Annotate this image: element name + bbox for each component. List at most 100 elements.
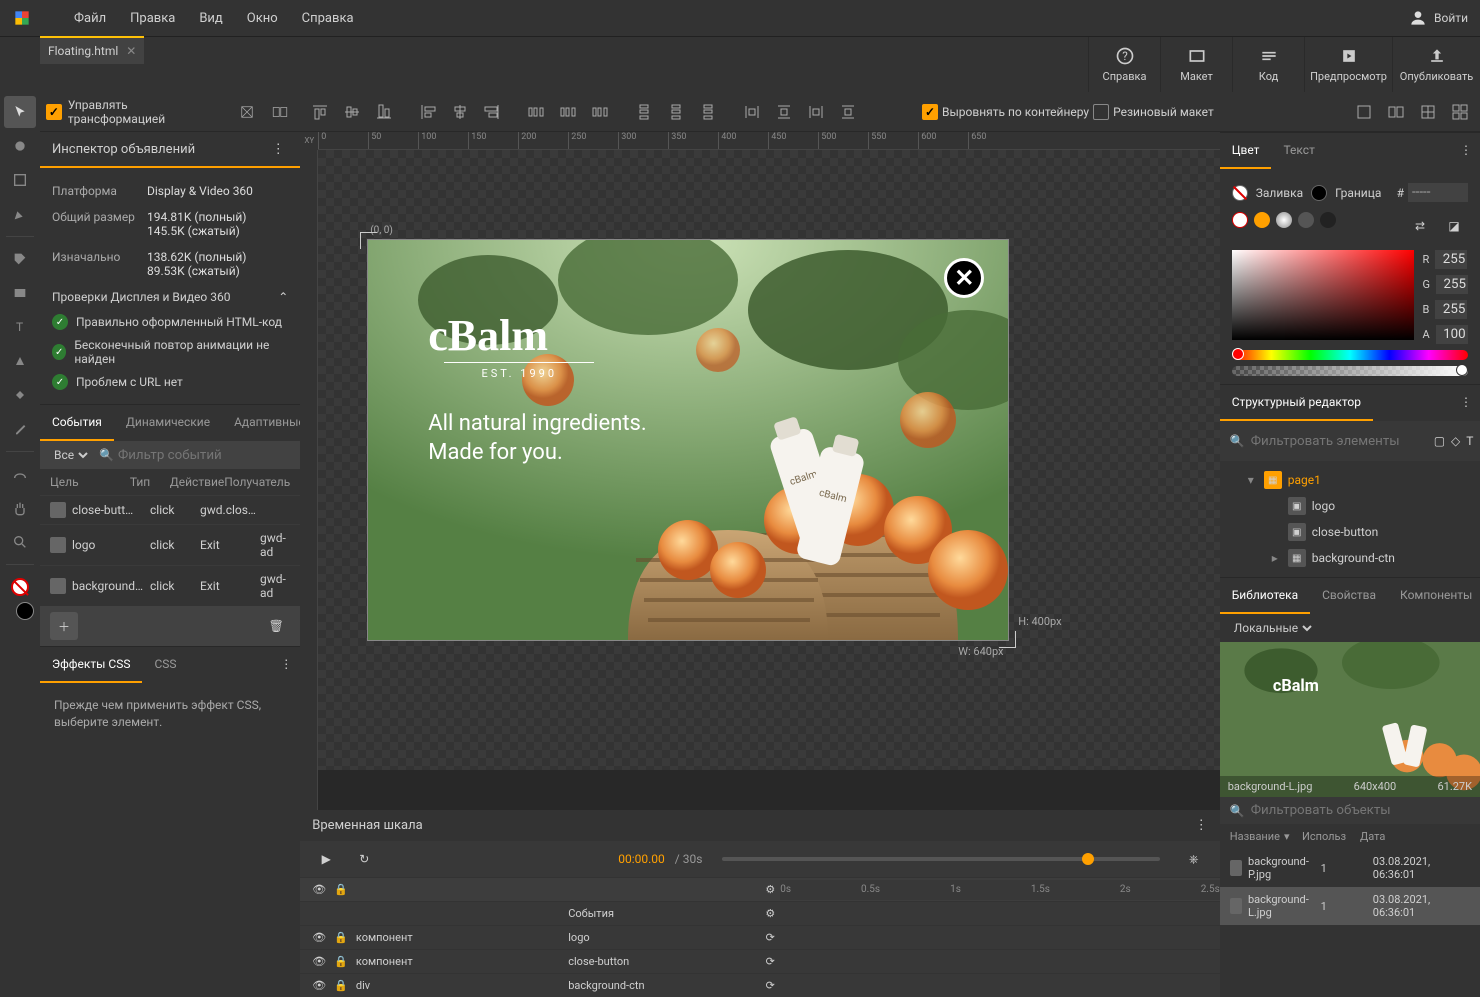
- lock-icon[interactable]: 🔒: [334, 883, 348, 896]
- align-bottom[interactable]: [370, 98, 398, 126]
- css-menu-icon[interactable]: ⋮: [272, 647, 300, 683]
- outliner-filter[interactable]: [1251, 434, 1428, 449]
- r-input[interactable]: [1435, 250, 1467, 269]
- align-vcenter[interactable]: [338, 98, 366, 126]
- container-icon-3[interactable]: [1414, 98, 1442, 126]
- g-input[interactable]: [1436, 275, 1468, 294]
- dist-v1[interactable]: [630, 98, 658, 126]
- tree-item[interactable]: ▸▦background-ctn: [1220, 545, 1480, 571]
- tree-item[interactable]: ▣logo: [1220, 493, 1480, 519]
- outliner-menu-icon[interactable]: ⋮: [1452, 385, 1480, 421]
- checkbox-manage-transform[interactable]: ✓: [46, 104, 62, 120]
- library-thumbnail[interactable]: cBalm background-L.jpg 640x400 61.27K: [1220, 642, 1480, 797]
- tool-3d-rotate[interactable]: [4, 130, 36, 162]
- dist-h3[interactable]: [586, 98, 614, 126]
- tree-page[interactable]: ▾▦page1: [1220, 467, 1480, 493]
- tab-responsive[interactable]: Адаптивные: [222, 405, 300, 441]
- swatch[interactable]: [1298, 212, 1314, 228]
- checkbox-fluid[interactable]: [1093, 104, 1109, 120]
- alpha-slider[interactable]: [1232, 366, 1468, 376]
- container-icon-2[interactable]: [1382, 98, 1410, 126]
- events-filter-select[interactable]: Все: [50, 447, 91, 463]
- play-button[interactable]: ▶: [312, 845, 340, 873]
- spacing-4[interactable]: [834, 98, 862, 126]
- ruler-vertical[interactable]: [300, 150, 318, 810]
- menu-window[interactable]: Окно: [237, 5, 288, 32]
- add-event-button[interactable]: ＋: [50, 612, 78, 640]
- tab-css[interactable]: CSS: [142, 647, 188, 683]
- eye-icon[interactable]: 👁: [312, 883, 326, 896]
- tab-properties[interactable]: Свойства: [1310, 578, 1388, 614]
- add-swatch-icon[interactable]: ◪: [1440, 212, 1468, 240]
- align-icon-1[interactable]: [233, 98, 261, 126]
- tool-hand[interactable]: [4, 492, 36, 524]
- container-icon-4[interactable]: [1446, 98, 1474, 126]
- timeline-settings-icon[interactable]: ⎈: [1180, 845, 1208, 873]
- stage-canvas[interactable]: (0, 0): [318, 150, 1219, 770]
- dist-h2[interactable]: [554, 98, 582, 126]
- library-row[interactable]: background-L.jpg 1 03.08.2021, 06:36:01: [1220, 887, 1480, 925]
- toolbar-help[interactable]: ? Справка: [1088, 37, 1160, 92]
- dist-h1[interactable]: [522, 98, 550, 126]
- checkbox-align-container[interactable]: ✓: [922, 104, 938, 120]
- ad-close-button[interactable]: ✕: [944, 258, 984, 298]
- swatch[interactable]: [1276, 212, 1292, 228]
- toolbar-layout[interactable]: Макет: [1160, 37, 1232, 92]
- tool-rect[interactable]: [4, 277, 36, 309]
- timeline-row[interactable]: 👁🔒divbackground-ctn⟳: [300, 973, 1219, 997]
- gear-icon[interactable]: ⚙: [765, 883, 775, 896]
- swatch[interactable]: [1320, 212, 1336, 228]
- loop-button[interactable]: ↻: [350, 845, 378, 873]
- sort-icon[interactable]: ▾: [1284, 830, 1290, 843]
- menu-help[interactable]: Справка: [292, 5, 364, 32]
- lock-icon[interactable]: 🔒: [334, 979, 348, 992]
- toolbar-code[interactable]: Код: [1232, 37, 1304, 92]
- b-input[interactable]: [1435, 300, 1467, 319]
- library-row[interactable]: background-P.jpg 1 03.08.2021, 06:36:01: [1220, 849, 1480, 887]
- menu-file[interactable]: Файл: [64, 5, 116, 32]
- tab-library[interactable]: Библиотека: [1220, 578, 1310, 614]
- timeline-menu-icon[interactable]: ⋮: [1195, 818, 1208, 833]
- tree-item[interactable]: ▣close-button: [1220, 519, 1480, 545]
- menu-edit[interactable]: Правка: [120, 5, 185, 32]
- chevron-up-icon[interactable]: ⌃: [278, 290, 288, 304]
- toolbar-preview[interactable]: Предпросмотр: [1304, 37, 1392, 92]
- lock-icon[interactable]: 🔒: [334, 955, 348, 968]
- tool-fill[interactable]: [4, 379, 36, 411]
- eye-icon[interactable]: 👁: [312, 955, 326, 968]
- tool-text[interactable]: T: [4, 311, 36, 343]
- close-tab-icon[interactable]: ✕: [126, 44, 136, 58]
- hue-slider[interactable]: [1232, 350, 1468, 360]
- tab-components[interactable]: Компоненты: [1388, 578, 1480, 614]
- tab-dynamic[interactable]: Динамические: [114, 405, 222, 441]
- event-row[interactable]: logoclickExitgwd-ad: [40, 524, 300, 565]
- tab-text[interactable]: Текст: [1271, 133, 1326, 169]
- tool-shape[interactable]: [4, 345, 36, 377]
- lock-icon[interactable]: 🔒: [334, 931, 348, 944]
- filter-text-icon[interactable]: T: [1466, 427, 1473, 455]
- spacing-2[interactable]: [770, 98, 798, 126]
- border-swatch[interactable]: [1311, 185, 1327, 201]
- document-tab[interactable]: Floating.html ✕: [40, 36, 144, 64]
- tool-swatch-fg[interactable]: [4, 571, 36, 603]
- filter-img-icon[interactable]: ▢: [1434, 427, 1445, 455]
- timeline-row[interactable]: События⚙: [300, 901, 1219, 925]
- tool-zoom[interactable]: [4, 526, 36, 558]
- tab-css-effects[interactable]: Эффекты CSS: [40, 647, 142, 683]
- toolbar-publish[interactable]: Опубликовать: [1392, 37, 1480, 92]
- menu-view[interactable]: Вид: [189, 5, 232, 32]
- event-row[interactable]: close-butt…clickgwd.clos…: [40, 495, 300, 524]
- tool-element[interactable]: [4, 164, 36, 196]
- tab-color[interactable]: Цвет: [1220, 133, 1272, 169]
- hex-input[interactable]: [1408, 183, 1468, 202]
- tab-events[interactable]: События: [40, 405, 114, 441]
- swatch[interactable]: [1254, 212, 1270, 228]
- spacing-1[interactable]: [738, 98, 766, 126]
- tool-tag[interactable]: [4, 243, 36, 275]
- ruler-horizontal[interactable]: 050100150200250300350400450500550600650: [318, 132, 1219, 150]
- align-top[interactable]: [306, 98, 334, 126]
- timeline-row[interactable]: 👁🔒компонентclose-button⟳: [300, 949, 1219, 973]
- login-button[interactable]: Войти: [1408, 8, 1468, 28]
- tool-eyedropper[interactable]: [4, 413, 36, 445]
- tool-motion-path[interactable]: [4, 458, 36, 490]
